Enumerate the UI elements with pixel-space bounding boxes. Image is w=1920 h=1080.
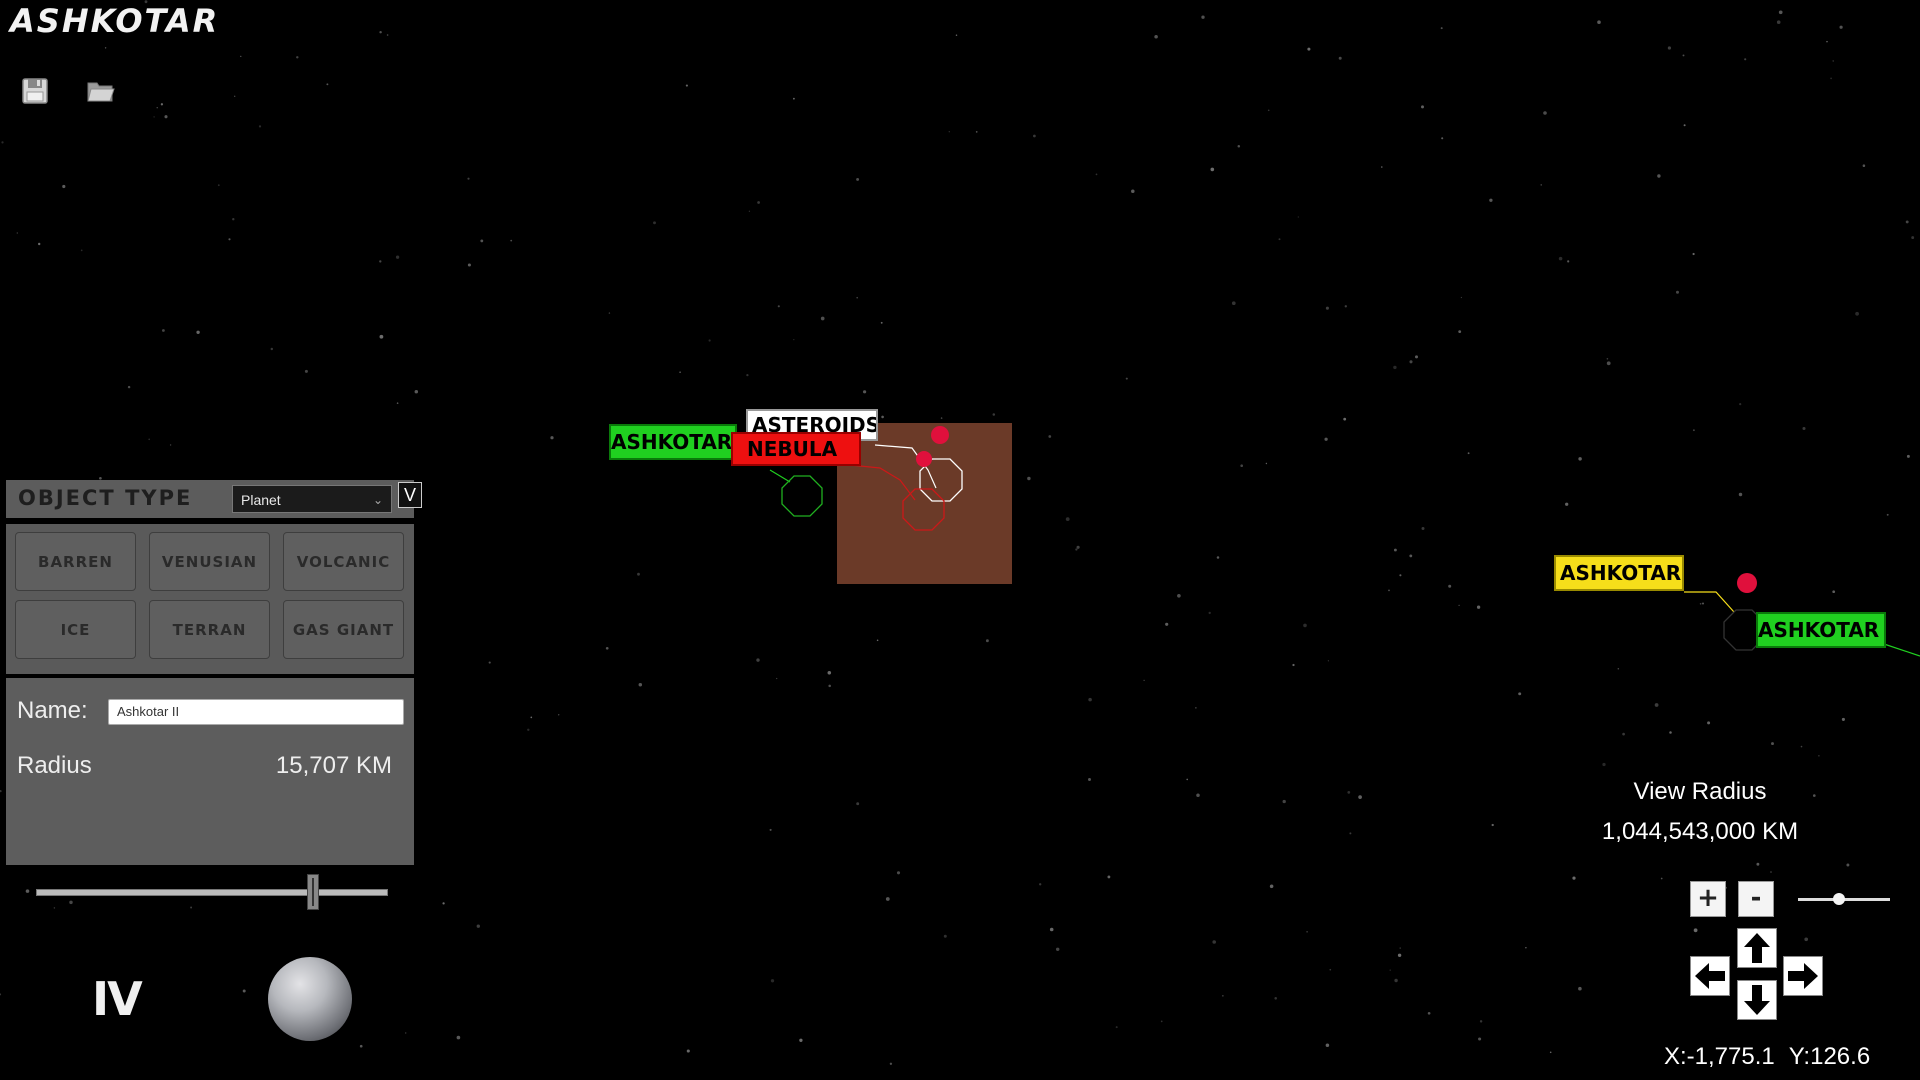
map-overlay (769, 423, 1920, 657)
pan-right-button[interactable] (1783, 956, 1823, 996)
star-marker[interactable] (1737, 573, 1757, 593)
map-label-ashkotar-green-right[interactable]: ASHKOTAR (1756, 612, 1886, 648)
arrow-right-icon (1788, 963, 1818, 989)
zoom-in-button[interactable]: + (1690, 881, 1726, 917)
map-label-ashkotar-green[interactable]: ASHKOTAR (609, 424, 737, 460)
cursor-coordinates: X:-1,775.1 Y:126.6 (1664, 1043, 1884, 1071)
pan-down-button[interactable] (1737, 980, 1777, 1020)
zoom-out-button[interactable]: - (1738, 881, 1774, 917)
view-radius-label: View Radius (1633, 778, 1767, 805)
ashkotar-green-connector (1883, 643, 1920, 657)
ashkotar-yellow-connector (1684, 591, 1735, 613)
arrow-down-icon (1744, 985, 1770, 1015)
map-label-nebula[interactable]: NEBULA (731, 432, 861, 466)
ashkotar-connector-line (769, 469, 791, 483)
pan-left-button[interactable] (1690, 956, 1730, 996)
map-label-ashkotar-yellow[interactable]: ASHKOTAR (1554, 555, 1684, 591)
pan-up-button[interactable] (1737, 928, 1777, 968)
view-radius-value: 1,044,543,000 KM (1601, 818, 1799, 845)
coordinate-x: X:-1,775.1 (1664, 1043, 1775, 1070)
coordinate-y: Y:126.6 (1788, 1043, 1871, 1070)
arrow-left-icon (1695, 963, 1725, 989)
system-marker-green[interactable] (781, 475, 823, 517)
arrow-up-icon (1744, 933, 1770, 963)
star-marker[interactable] (916, 451, 932, 467)
nebula-region[interactable] (837, 423, 1012, 584)
star-marker[interactable] (931, 426, 949, 444)
